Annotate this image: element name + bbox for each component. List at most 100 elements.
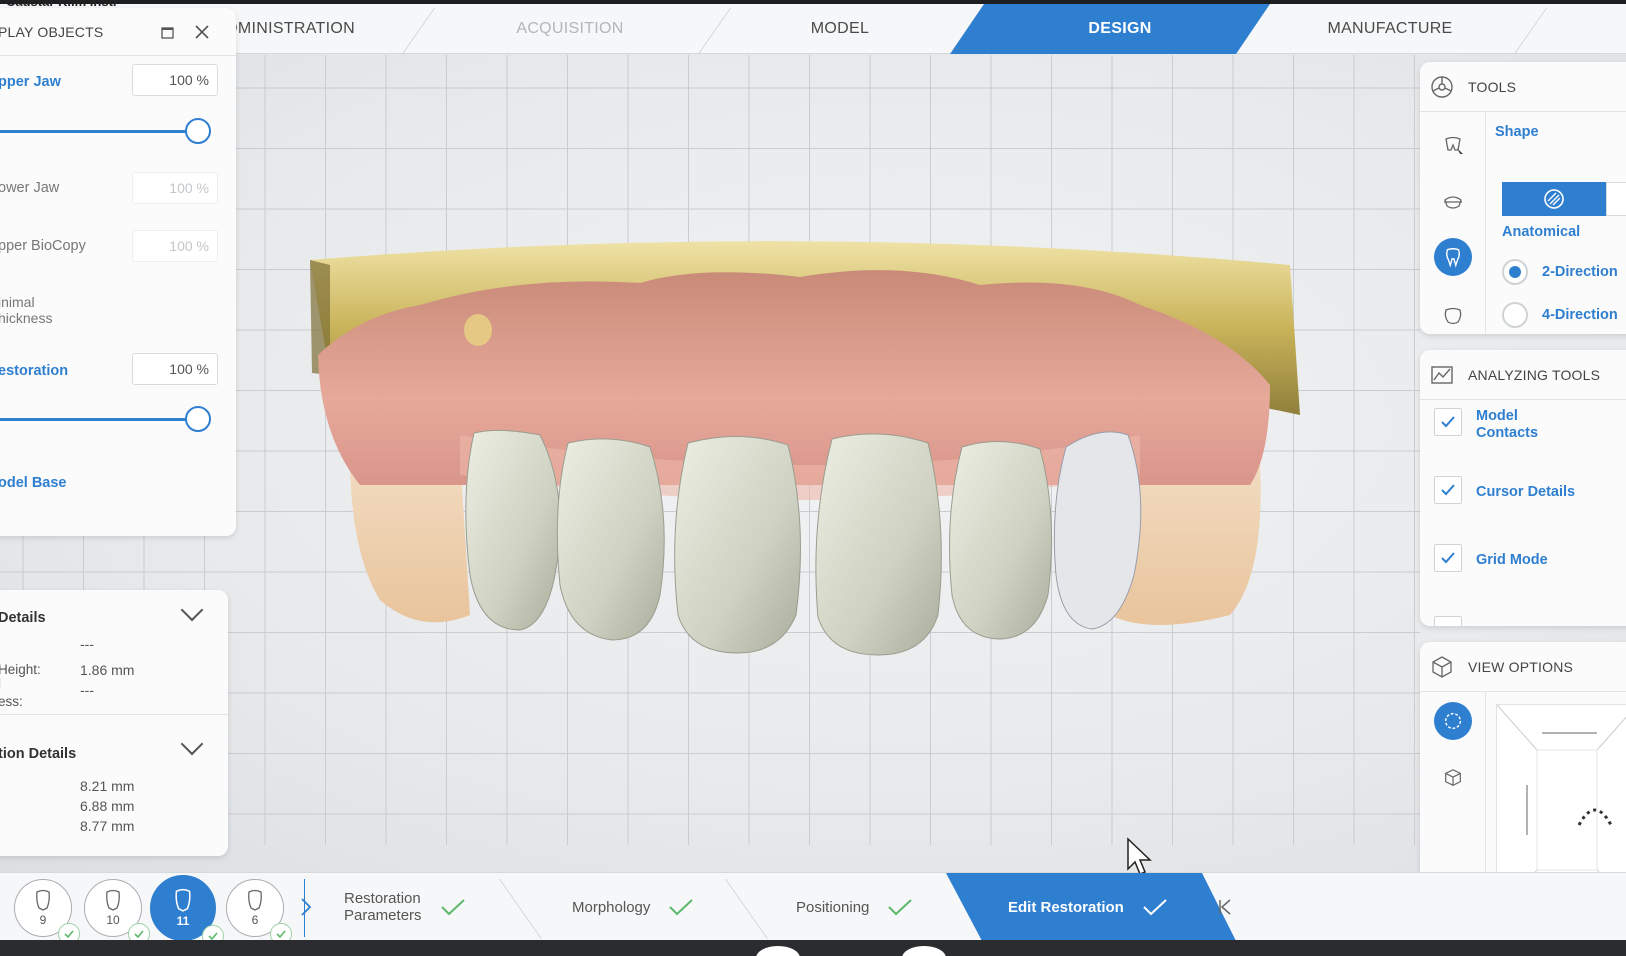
panel-title: TOOLS [1468,78,1517,95]
chevron-down-icon[interactable] [180,732,204,756]
radio-4-directional[interactable] [1502,302,1528,328]
model-contacts-checkbox[interactable] [1434,408,1462,436]
workflow-navbar: DMINISTRATION ACQUISITION MODEL DESIGN M… [0,4,1626,54]
divider [304,879,305,937]
step-label: Edit Restoration [1008,898,1124,916]
shape-label: Shape [1495,124,1539,140]
details-panel: Details --- Height: 1.86 mm l --- ess: t… [0,590,228,856]
step-morphology[interactable]: Morphology [572,873,694,941]
tooth-number: 6 [251,913,259,927]
shape-mode-toggle-active[interactable] [1502,182,1606,216]
radio-label[interactable]: 4-Direction [1542,307,1618,323]
detail-label: ess: [0,694,23,709]
step-edit-restoration[interactable]: Edit Restoration [1008,873,1168,941]
analyzing-tools-icon [1430,363,1454,387]
upper-biocopy-opacity-input: 100 % [132,230,218,262]
tooth-icon [36,889,50,911]
step-label: Positioning [796,898,870,916]
detail-value: 6.88 mm [80,798,135,814]
tools-panel: TOOLS Shape Anatomical 2-Direction 4-Dir… [1420,62,1626,334]
anatomical-label: Anatomical [1502,224,1581,240]
detail-label: Height: [0,662,41,677]
view-mode-icon[interactable] [1434,702,1472,740]
free-form-icon [1544,189,1564,209]
model-base-label[interactable]: odel Base [0,475,67,491]
shape-mode-toggle[interactable] [1606,182,1626,216]
minimal-thickness-label-line1[interactable]: inimal [0,294,35,310]
check-icon [1441,484,1455,496]
upper-jaw-slider-handle[interactable] [185,118,211,144]
chevron-right-icon[interactable] [300,897,312,922]
cursor-details-checkbox[interactable] [1434,476,1462,504]
tab-administration[interactable]: DMINISTRATION [226,4,386,54]
check-icon [440,899,465,916]
step-label: Morphology [572,898,651,916]
restoration-slider-handle[interactable] [185,406,211,432]
step-label-line1: Restoration [344,890,421,907]
tooth-number: 9 [39,913,47,927]
step-restoration-parameters[interactable]: Restoration Parameters [344,873,466,941]
restoration-label[interactable]: estoration [0,363,68,379]
hidden-checkbox[interactable] [1434,616,1462,626]
shape-tool-icon[interactable] [1439,132,1467,160]
check-icon [1441,416,1455,428]
tooth-number: 11 [176,914,190,928]
cursor-details-label[interactable]: Cursor Details [1476,484,1575,501]
restoration-opacity-input[interactable]: 100 % [132,353,218,385]
3d-cube-icon[interactable] [1439,764,1467,792]
radio-2-directional[interactable] [1502,259,1528,285]
3d-viewport[interactable] [0,55,1626,873]
check-icon [1143,899,1167,916]
tooth-tool-icon[interactable] [1434,238,1472,276]
detail-value: 8.77 mm [80,818,135,834]
mouse-cursor-icon [1126,837,1154,873]
chevron-down-icon[interactable] [180,598,204,622]
maximize-icon[interactable] [158,22,178,42]
upper-jaw-label[interactable]: pper Jaw [0,74,61,90]
upper-jaw-slider-track[interactable] [0,130,192,133]
skip-to-start-icon[interactable] [1218,899,1232,920]
check-icon [669,899,694,916]
tooth-icon [175,888,191,912]
tools-sidebar [1420,112,1486,334]
display-objects-panel: PLAY OBJECTS pper Jaw 100 % ower Jaw 100… [0,8,236,536]
dental-model[interactable] [0,55,1626,873]
tab-manufacture[interactable]: MANUFACTURE [1300,4,1480,54]
upper-jaw-opacity-input[interactable]: 100 % [132,64,218,96]
tab-design[interactable]: DESIGN [1040,4,1200,54]
tooth-number: 10 [106,913,120,927]
step-separator [498,879,543,939]
divider [0,714,228,715]
radio-label[interactable]: 2-Direction [1542,264,1618,280]
lower-jaw-opacity-input: 100 % [132,172,218,204]
grid-mode-checkbox[interactable] [1434,544,1462,572]
restoration-slider-track[interactable] [0,418,192,421]
minimal-thickness-label-line2[interactable]: hickness [0,310,52,326]
step-label-line2: Parameters [344,907,422,924]
cube-icon [1430,655,1454,679]
bottom-workflow-bar: 9 10 11 6 Restoration Parameters Morphol… [0,872,1626,947]
cursor-details-title[interactable]: Details [0,610,46,626]
model-contacts-label-line2[interactable]: Contacts [1476,425,1538,442]
analyzing-tools-panel: ANALYZING TOOLS Model Contacts Cursor De… [1420,350,1626,626]
detail-label: l [0,676,1,691]
panel-title: VIEW OPTIONS [1468,658,1574,675]
grid-mode-label[interactable]: Grid Mode [1476,552,1548,569]
check-icon [888,899,913,916]
window-title: Cadstar Klim Insti [6,0,117,9]
upper-biocopy-label[interactable]: pper BioCopy [0,238,86,254]
jaw-tool-icon[interactable] [1439,188,1467,216]
model-contacts-label-line1[interactable]: Model [1476,408,1518,425]
step-positioning[interactable]: Positioning [796,873,913,941]
tab-model[interactable]: MODEL [760,4,920,54]
restoration-details-title[interactable]: tion Details [0,746,76,762]
tools-icon [1430,75,1454,99]
lower-jaw-label[interactable]: ower Jaw [0,180,59,196]
close-icon[interactable] [192,22,212,42]
detail-value: --- [80,636,94,652]
step-separator [724,879,769,939]
detail-value: --- [80,682,94,698]
panel-title: PLAY OBJECTS [0,23,104,40]
crown-tool-icon[interactable] [1439,302,1467,330]
tab-acquisition: ACQUISITION [516,20,624,37]
